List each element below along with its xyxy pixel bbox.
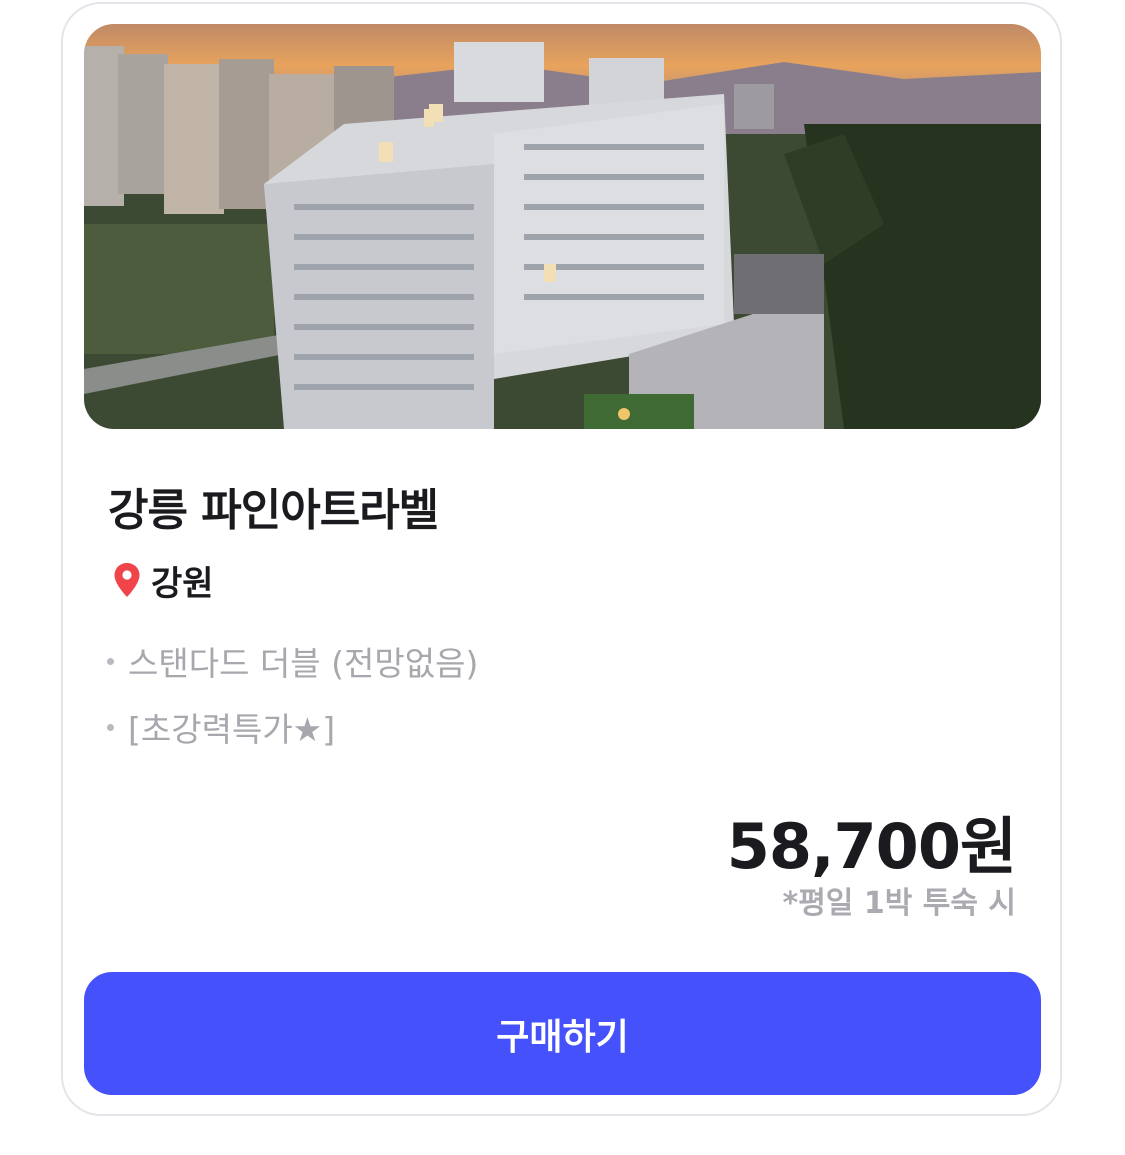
option-list: 스탠다드 더블 (전망없음) [초강력특가★] [107,628,478,760]
location-pin-icon [114,563,140,597]
location-label: 강원 [151,563,214,604]
price-note: *평일 1박 투숙 시 [782,886,1017,921]
option-item-room-type: 스탠다드 더블 (전망없음) [107,628,478,694]
bullet-icon [107,723,114,731]
product-title: 강릉 파인아트라벨 [108,485,439,536]
price: 58,700원 [726,810,1017,883]
option-text: [초강력특가★] [128,710,336,749]
option-item-deal: [초강력특가★] [107,694,478,760]
bullet-icon [107,657,114,665]
option-text: 스탠다드 더블 (전망없음) [128,644,479,683]
location: 강원 [113,558,214,604]
buy-button[interactable]: 구매하기 [84,972,1041,1095]
hotel-photo [84,24,1041,429]
